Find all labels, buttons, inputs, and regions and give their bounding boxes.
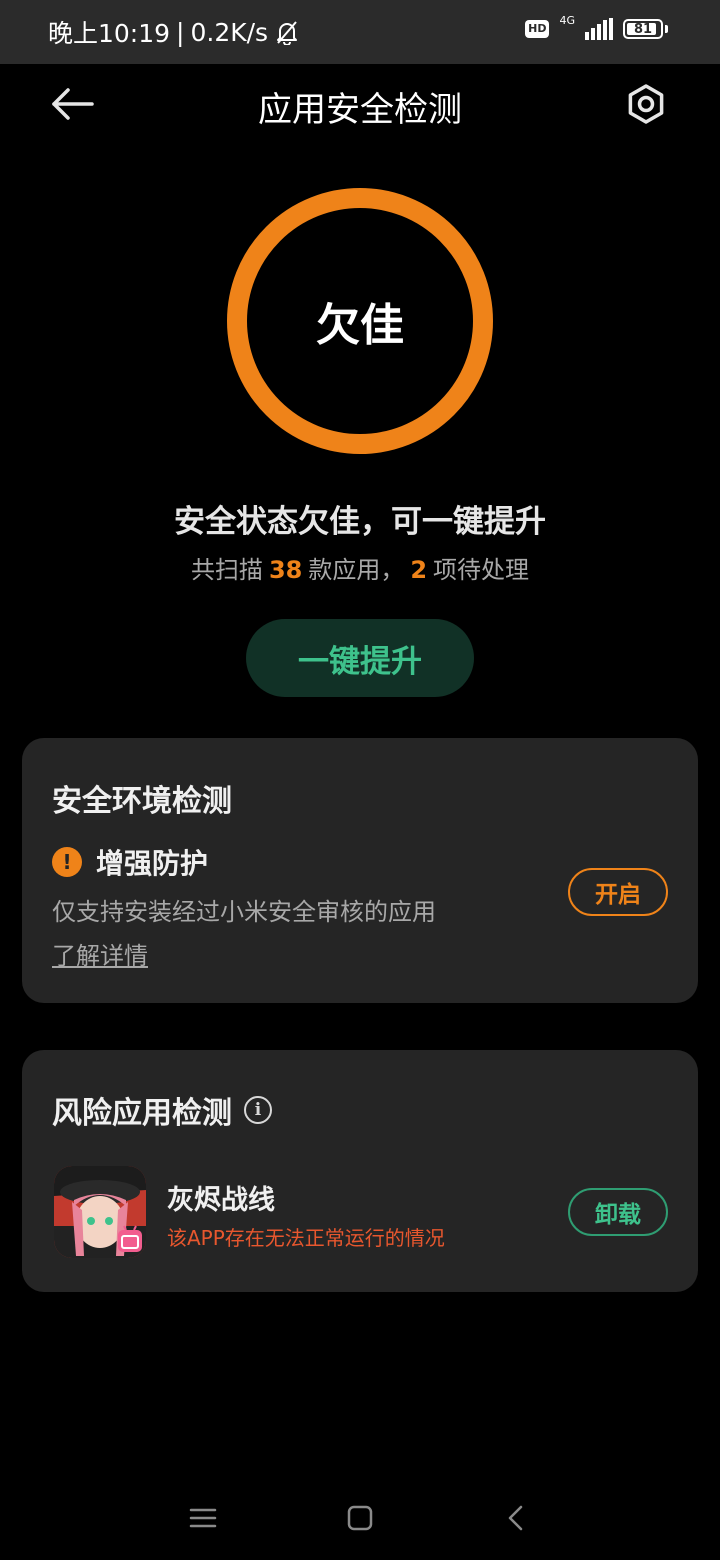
app-name: 灰烬战线 bbox=[167, 1185, 275, 1216]
warning-icon: ! bbox=[52, 847, 82, 877]
summary-middle: 款应用， bbox=[308, 556, 405, 584]
summary-title: 安全状态欠佳，可一键提升 bbox=[174, 504, 546, 540]
status-separator: | bbox=[176, 17, 185, 47]
hd-badge: HD bbox=[525, 20, 550, 38]
summary-suffix: 项待处理 bbox=[433, 556, 530, 584]
learn-more-link[interactable]: 了解详情 bbox=[52, 936, 148, 971]
summary-prefix: 共扫描 bbox=[190, 556, 263, 584]
battery-level: 81 bbox=[633, 21, 653, 37]
scanned-count: 38 bbox=[268, 556, 303, 584]
menu-icon[interactable] bbox=[183, 1498, 223, 1538]
enhanced-protection-row: ! 增强防护 bbox=[52, 842, 208, 882]
header: 应用安全检测 bbox=[0, 64, 720, 144]
status-bar: 晚上10:19 | 0.2K/s HD 4G 81 bbox=[0, 0, 720, 64]
risk-app-card: 风险应用检测 i 灰烬战线 该APP存在无法正常运行的情况 卸载 bbox=[22, 1050, 698, 1292]
app-warning: 该APP存在无法正常运行的情况 bbox=[167, 1226, 445, 1250]
security-status-ring: 欠佳 bbox=[227, 188, 493, 454]
risk-card-header: 风险应用检测 i bbox=[52, 1088, 272, 1132]
summary-subtitle: 共扫描 38 款应用， 2 项待处理 bbox=[0, 550, 720, 585]
status-net-speed: 0.2K/s bbox=[190, 17, 269, 47]
home-square-icon[interactable] bbox=[340, 1498, 380, 1538]
risk-card-title: 风险应用检测 bbox=[52, 1096, 232, 1131]
enable-button[interactable]: 开启 bbox=[568, 868, 668, 916]
battery-tip bbox=[665, 25, 668, 33]
environment-check-card: 安全环境检测 ! 增强防护 仅支持安装经过小米安全审核的应用 了解详情 开启 bbox=[22, 738, 698, 1003]
status-time: 晚上10:19 bbox=[48, 19, 171, 48]
status-left: 晚上10:19 | 0.2K/s bbox=[48, 14, 300, 50]
security-status-label: 欠佳 bbox=[316, 300, 404, 351]
battery-icon: 81 bbox=[623, 19, 663, 39]
app-icon[interactable] bbox=[54, 1166, 146, 1258]
info-icon[interactable]: i bbox=[244, 1096, 272, 1124]
gear-icon[interactable] bbox=[624, 82, 668, 126]
signal-icon bbox=[585, 18, 613, 40]
one-click-boost-button[interactable]: 一键提升 bbox=[246, 619, 474, 697]
enhanced-protection-title: 增强防护 bbox=[96, 847, 209, 880]
pending-count: 2 bbox=[410, 556, 428, 584]
environment-card-title: 安全环境检测 bbox=[52, 784, 232, 819]
page-title: 应用安全检测 bbox=[258, 90, 462, 130]
navigation-bar bbox=[0, 1480, 720, 1560]
enhanced-protection-description: 仅支持安装经过小米安全审核的应用 bbox=[52, 898, 436, 926]
uninstall-button[interactable]: 卸载 bbox=[568, 1188, 668, 1236]
status-right: HD 4G 81 bbox=[525, 14, 668, 40]
network-type: 4G bbox=[559, 13, 575, 27]
bell-muted-icon bbox=[277, 21, 298, 45]
chevron-left-icon[interactable] bbox=[497, 1498, 537, 1538]
app-artwork bbox=[54, 1166, 146, 1258]
